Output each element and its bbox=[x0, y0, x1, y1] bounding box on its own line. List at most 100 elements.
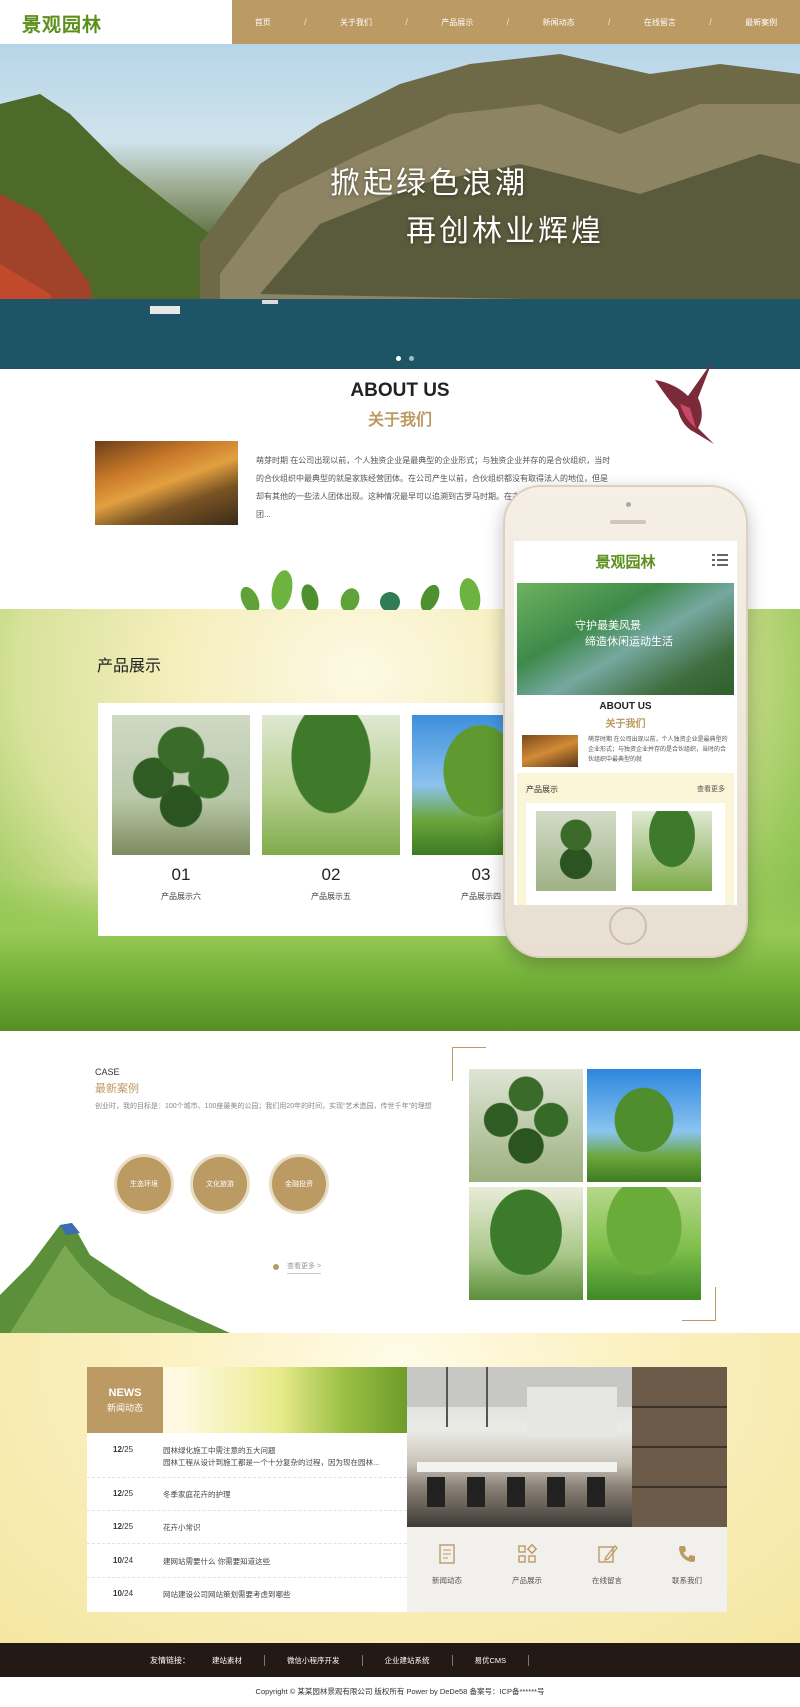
case-label-cn: 最新案例 bbox=[95, 1083, 139, 1095]
product-number: 01 bbox=[171, 865, 191, 884]
news-date: 12/25 bbox=[113, 1445, 134, 1454]
nav-cases[interactable]: 最新案例 bbox=[745, 17, 777, 28]
friend-links-label: 友情链接： bbox=[150, 1655, 190, 1665]
news-title[interactable]: 网站建设公司网站策划需要考虑到哪些 bbox=[163, 1589, 401, 1600]
mobile-banner[interactable]: 守护最美风景 缔造休闲运动生活 bbox=[517, 583, 734, 695]
phone-icon bbox=[679, 1546, 695, 1562]
case-label-en: CASE bbox=[95, 1067, 120, 1077]
mobile-products-card bbox=[526, 803, 725, 905]
mobile-product-image[interactable] bbox=[632, 811, 712, 891]
quick-links: 新闻动态 产品展示 在线留言 联系我们 bbox=[407, 1527, 727, 1612]
quick-link-label: 在线留言 bbox=[592, 1576, 622, 1585]
news-date: 12/25 bbox=[113, 1489, 134, 1498]
nav-separator: / bbox=[709, 17, 712, 27]
quick-link-contact[interactable]: 联系我们 bbox=[647, 1527, 727, 1612]
friend-link[interactable]: 易优CMS bbox=[453, 1654, 530, 1666]
news-item[interactable]: 12/25 花卉小常识 bbox=[87, 1522, 407, 1544]
nav-news[interactable]: 新闻动态 bbox=[543, 17, 575, 28]
case-description: 创业时，我的目标是：100个城市、100座最美的公园；我们用20年的时间，实现“… bbox=[95, 1103, 432, 1110]
slider-dots bbox=[396, 356, 414, 361]
phone-mockup: 景观园林 守护最美风景 缔造休闲运动生活 ABOUT US 关于我们 萌芽时期 … bbox=[503, 485, 748, 958]
leaves-decoration bbox=[240, 570, 481, 610]
grid-icon bbox=[518, 1543, 538, 1563]
quick-link-label: 产品展示 bbox=[512, 1576, 542, 1585]
mobile-products-more-link[interactable]: 查看更多 bbox=[697, 784, 725, 794]
nav-separator: / bbox=[607, 17, 611, 27]
more-dot-icon bbox=[273, 1264, 279, 1270]
product-label[interactable]: 产品展示五 bbox=[262, 891, 400, 902]
case-more-link[interactable]: 查看更多 > bbox=[287, 1261, 322, 1274]
case-image[interactable] bbox=[587, 1069, 701, 1182]
news-title[interactable]: 冬季家庭花卉的护理 bbox=[163, 1489, 401, 1500]
nav-message[interactable]: 在线留言 bbox=[644, 17, 676, 28]
case-circle-culture[interactable]: 文化旅游 bbox=[190, 1154, 250, 1214]
mobile-banner-line2: 缔造休闲运动生活 bbox=[585, 636, 673, 648]
nav-separator: / bbox=[405, 17, 408, 27]
case-image[interactable] bbox=[469, 1069, 583, 1182]
mobile-about-image bbox=[522, 735, 578, 767]
products-title: 产品展示 bbox=[97, 658, 162, 675]
office-image bbox=[407, 1367, 727, 1527]
product-image[interactable] bbox=[262, 715, 400, 855]
hill-decoration bbox=[0, 1223, 230, 1333]
news-item[interactable]: 10/24 网站建设公司网站策划需要考虑到哪些 bbox=[87, 1589, 407, 1611]
friend-links-bar: 友情链接： 建站素材 微信小程序开发 企业建站系统 易优CMS bbox=[0, 1643, 800, 1677]
case-image[interactable] bbox=[469, 1187, 583, 1300]
site-logo[interactable]: 景观园林 bbox=[22, 10, 102, 37]
nav-home[interactable]: 首页 bbox=[255, 17, 271, 28]
product-item[interactable]: 01 产品展示六 bbox=[112, 715, 250, 902]
product-label[interactable]: 产品展示六 bbox=[112, 891, 250, 902]
news-title[interactable]: 建网站需要什么 你需要知道这些 bbox=[163, 1556, 401, 1567]
phone-screen: 景观园林 守护最美风景 缔造休闲运动生活 ABOUT US 关于我们 萌芽时期 … bbox=[514, 541, 737, 905]
news-title[interactable]: 园林绿化施工中需注意的五大问题 bbox=[163, 1445, 401, 1456]
news-summary: 园林工程从设计到施工都是一个十分复杂的过程，因为现在园林... bbox=[163, 1458, 380, 1467]
document-icon bbox=[439, 1544, 455, 1564]
news-date: 12/25 bbox=[113, 1522, 134, 1531]
news-date: 10/24 bbox=[113, 1556, 134, 1565]
quick-link-message[interactable]: 在线留言 bbox=[567, 1527, 647, 1612]
phone-speaker bbox=[610, 520, 646, 524]
quick-link-news[interactable]: 新闻动态 bbox=[407, 1527, 487, 1612]
mobile-about-title-en: ABOUT US bbox=[599, 701, 652, 712]
slider-dot[interactable] bbox=[409, 356, 414, 361]
header: 景观园林 首页 / 关于我们 / 产品展示 / 新闻动态 / 在线留言 / 最新… bbox=[0, 0, 800, 44]
office-interior bbox=[407, 1367, 727, 1527]
product-number: 02 bbox=[321, 865, 341, 884]
news-date: 10/24 bbox=[113, 1589, 134, 1598]
phone-home-button bbox=[609, 907, 647, 945]
nav-about[interactable]: 关于我们 bbox=[340, 17, 372, 28]
case-circle-eco[interactable]: 生态环境 bbox=[114, 1154, 174, 1214]
hummingbird-image bbox=[655, 362, 714, 444]
copyright: Copyright © 某某园林景观有限公司 版权所有 Power by DeD… bbox=[0, 1677, 800, 1707]
news-item[interactable]: 12/25 冬季家庭花卉的护理 bbox=[87, 1489, 407, 1511]
mobile-product-image[interactable] bbox=[536, 811, 616, 891]
case-circle-finance[interactable]: 金融投资 bbox=[269, 1154, 329, 1214]
slider-dot-active[interactable] bbox=[396, 356, 401, 361]
friend-link[interactable]: 企业建站系统 bbox=[363, 1654, 453, 1666]
news-tag-en: NEWS bbox=[108, 1387, 142, 1399]
mobile-logo[interactable]: 景观园林 bbox=[514, 551, 737, 572]
phone-camera bbox=[626, 502, 631, 507]
banner-title-line2: 再创林业辉煌 bbox=[406, 214, 604, 249]
quick-link-products[interactable]: 产品展示 bbox=[487, 1527, 567, 1612]
friend-link[interactable]: 建站素材 bbox=[212, 1654, 265, 1666]
banner-title-line1: 掀起绿色浪潮 bbox=[330, 166, 528, 201]
quick-link-label: 联系我们 bbox=[672, 1576, 702, 1585]
news-item[interactable]: 10/24 建网站需要什么 你需要知道这些 bbox=[87, 1556, 407, 1578]
menu-icon[interactable] bbox=[712, 553, 728, 567]
mobile-about-text: 萌芽时期 在公司出现以前，个人独资企业是最典型的企业形式；与独资企业并存的是合伙… bbox=[588, 737, 728, 763]
news-title[interactable]: 花卉小常识 bbox=[163, 1522, 401, 1533]
product-image[interactable] bbox=[112, 715, 250, 855]
products-card: 01 产品展示六 02 产品展示五 03 产品展示四 bbox=[98, 703, 550, 936]
news-tag: NEWS 新闻动态 bbox=[87, 1367, 163, 1433]
friend-link[interactable]: 微信小程序开发 bbox=[265, 1654, 363, 1666]
case-image[interactable] bbox=[587, 1187, 701, 1300]
news-tag-cn: 新闻动态 bbox=[106, 1403, 143, 1413]
hero-banner[interactable]: 掀起绿色浪潮 再创林业辉煌 bbox=[0, 44, 800, 369]
edit-icon bbox=[598, 1545, 618, 1563]
nav-products[interactable]: 产品展示 bbox=[441, 17, 473, 28]
news-item[interactable]: 12/25 园林绿化施工中需注意的五大问题 园林工程从设计到施工都是一个十分复杂… bbox=[87, 1445, 407, 1478]
product-item[interactable]: 02 产品展示五 bbox=[262, 715, 400, 902]
about-image bbox=[95, 441, 238, 525]
mobile-banner-line1: 守护最美风景 bbox=[575, 620, 641, 632]
